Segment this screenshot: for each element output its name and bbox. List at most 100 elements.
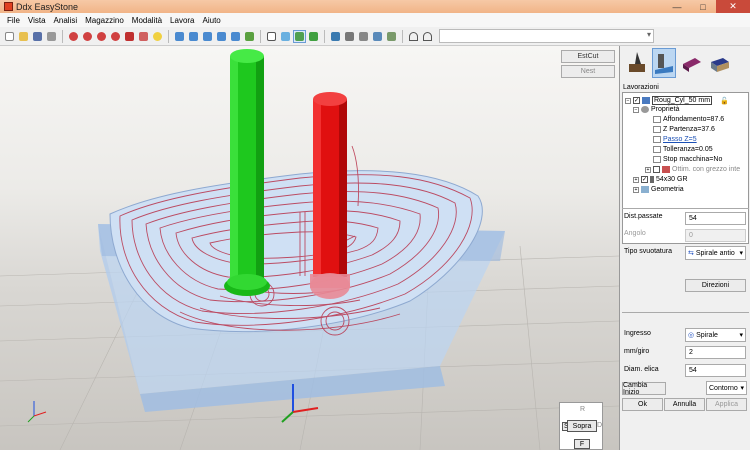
mmgiro-label: mm/giro bbox=[624, 348, 650, 355]
save-icon[interactable] bbox=[31, 30, 44, 43]
menu-magazzino[interactable]: Magazzino bbox=[81, 16, 128, 25]
direzioni-button[interactable]: Direzioni bbox=[685, 279, 746, 292]
tree-param-tolleranza[interactable]: Tolleranza=0.05 bbox=[653, 146, 713, 153]
bulb-icon[interactable] bbox=[151, 30, 164, 43]
angolo-input[interactable]: 0 bbox=[685, 229, 746, 242]
tipo-svuotatura-value: Spirale antio bbox=[695, 249, 735, 257]
estcut-button[interactable]: EstCut bbox=[561, 50, 615, 63]
ingresso-value: Spirale bbox=[696, 331, 718, 339]
view-cube-f[interactable]: F bbox=[574, 439, 590, 449]
redraw-icon[interactable] bbox=[137, 30, 150, 43]
maximize-button[interactable]: □ bbox=[690, 0, 716, 13]
zoom-out-icon[interactable] bbox=[95, 30, 108, 43]
shaded-icon[interactable] bbox=[279, 30, 292, 43]
right-panel: Lavorazioni − ✓ Roug_Cyl_50 mm 🔓 − Propri… bbox=[619, 46, 750, 450]
tree-param-affondamento[interactable]: Affondamento=87.6 bbox=[653, 116, 724, 123]
view-cube-r[interactable]: R bbox=[580, 406, 585, 413]
spiral-icon: ⇆ bbox=[688, 250, 694, 257]
arc-icon[interactable] bbox=[407, 30, 420, 43]
view-cube-d[interactable]: D bbox=[597, 422, 602, 429]
finishing-icon[interactable] bbox=[680, 48, 704, 78]
view-back-icon[interactable] bbox=[229, 30, 242, 43]
menu-aiuto[interactable]: Aiuto bbox=[199, 16, 225, 25]
red-tool bbox=[310, 92, 350, 299]
block-icon[interactable] bbox=[708, 48, 732, 78]
app-icon bbox=[4, 2, 13, 11]
view-iso-icon[interactable] bbox=[243, 30, 256, 43]
view-cube-top[interactable]: Sopra bbox=[567, 420, 597, 432]
lavorazioni-label: Lavorazioni bbox=[623, 84, 659, 91]
mini-axes bbox=[27, 401, 47, 423]
zoom-in-icon[interactable] bbox=[81, 30, 94, 43]
tree-param-ottim[interactable]: + Ottim. con grezzo inte bbox=[645, 166, 740, 173]
machine-icon[interactable] bbox=[343, 30, 356, 43]
view-cube[interactable]: R S Sopra D F bbox=[559, 402, 603, 450]
3d-viewport[interactable]: EstCut Nest bbox=[0, 46, 619, 450]
roughing-icon[interactable] bbox=[652, 48, 676, 78]
arc2-icon[interactable] bbox=[421, 30, 434, 43]
wireframe-icon[interactable] bbox=[265, 30, 278, 43]
ingresso-label: Ingresso bbox=[624, 330, 651, 337]
param-icon bbox=[653, 126, 661, 133]
menu-vista[interactable]: Vista bbox=[24, 16, 50, 25]
divider bbox=[622, 208, 749, 209]
export-icon[interactable] bbox=[385, 30, 398, 43]
menu-analisi[interactable]: Analisi bbox=[50, 16, 82, 25]
window-title: Ddx EasyStone bbox=[16, 1, 79, 12]
ingresso-select[interactable]: ◎ Spirale ▾ bbox=[685, 328, 746, 342]
lock-icon[interactable]: 🔓 bbox=[720, 97, 729, 105]
stock-icon bbox=[662, 166, 670, 173]
nest-button[interactable]: Nest bbox=[561, 65, 615, 78]
minimize-button[interactable]: — bbox=[664, 0, 690, 13]
title-bar: Ddx EasyStone — □ ✕ bbox=[0, 0, 750, 13]
layer-combo[interactable] bbox=[439, 29, 654, 43]
annulla-button[interactable]: Annulla bbox=[664, 398, 705, 411]
zoom-window-icon[interactable] bbox=[67, 30, 80, 43]
tool-icon[interactable] bbox=[329, 30, 342, 43]
tipo-svuotatura-row: Tipo svuotatura bbox=[624, 248, 684, 255]
view-left-icon[interactable] bbox=[215, 30, 228, 43]
solid-icon[interactable] bbox=[307, 30, 320, 43]
tree-param-zpartenza[interactable]: Z Partenza=37.6 bbox=[653, 126, 715, 133]
dist-passate-input[interactable]: 54 bbox=[685, 212, 746, 225]
tree-node-tool[interactable]: + ✓ 54x30 GR bbox=[633, 176, 688, 183]
diam-elica-input[interactable]: 54 bbox=[685, 364, 746, 377]
sim-icon[interactable] bbox=[371, 30, 384, 43]
diam-elica-row: Diam. elica bbox=[624, 366, 684, 373]
param-icon bbox=[653, 116, 661, 123]
param-icon bbox=[653, 136, 661, 143]
cut-icon[interactable] bbox=[357, 30, 370, 43]
applica-button[interactable]: Applica bbox=[706, 398, 747, 411]
tree-node-geometry[interactable]: + Geometria bbox=[633, 186, 684, 193]
view-right-icon[interactable] bbox=[201, 30, 214, 43]
chevron-down-icon: ▾ bbox=[739, 332, 743, 339]
tree-node-properties[interactable]: − Proprietà bbox=[633, 106, 679, 113]
properties-icon bbox=[641, 106, 649, 113]
tree-node-operation[interactable]: − ✓ Roug_Cyl_50 mm 🔓 bbox=[625, 96, 729, 105]
scene bbox=[0, 49, 619, 450]
tree-param-stop[interactable]: Stop macchina=No bbox=[653, 156, 722, 163]
active-shaded-icon[interactable] bbox=[293, 29, 306, 43]
ok-button[interactable]: Ok bbox=[622, 398, 663, 411]
chevron-down-icon: ▾ bbox=[740, 385, 744, 392]
paint-icon[interactable] bbox=[624, 48, 648, 78]
chevron-down-icon: ▾ bbox=[739, 250, 743, 257]
zoom-all-icon[interactable] bbox=[109, 30, 122, 43]
tipo-svuotatura-select[interactable]: ⇆ Spirale antio ▾ bbox=[685, 246, 746, 260]
menu-lavora[interactable]: Lavora bbox=[166, 16, 198, 25]
menu-file[interactable]: File bbox=[3, 16, 24, 25]
measure-icon[interactable] bbox=[123, 30, 136, 43]
divider bbox=[622, 312, 749, 313]
close-button[interactable]: ✕ bbox=[716, 0, 750, 13]
view-front-icon[interactable] bbox=[187, 30, 200, 43]
tree-param-passoz[interactable]: Passo Z=5 bbox=[653, 136, 697, 143]
view-top-icon[interactable] bbox=[173, 30, 186, 43]
open-icon[interactable] bbox=[17, 30, 30, 43]
menu-modalita[interactable]: Modalità bbox=[128, 16, 166, 25]
new-icon[interactable] bbox=[3, 30, 16, 43]
mmgiro-input[interactable]: 2 bbox=[685, 346, 746, 359]
print-icon[interactable] bbox=[45, 30, 58, 43]
contorno-select[interactable]: Contorno ▾ bbox=[706, 381, 747, 395]
toolbar bbox=[0, 27, 750, 46]
cambia-inizio-button[interactable]: Cambia Inizio bbox=[622, 382, 666, 396]
